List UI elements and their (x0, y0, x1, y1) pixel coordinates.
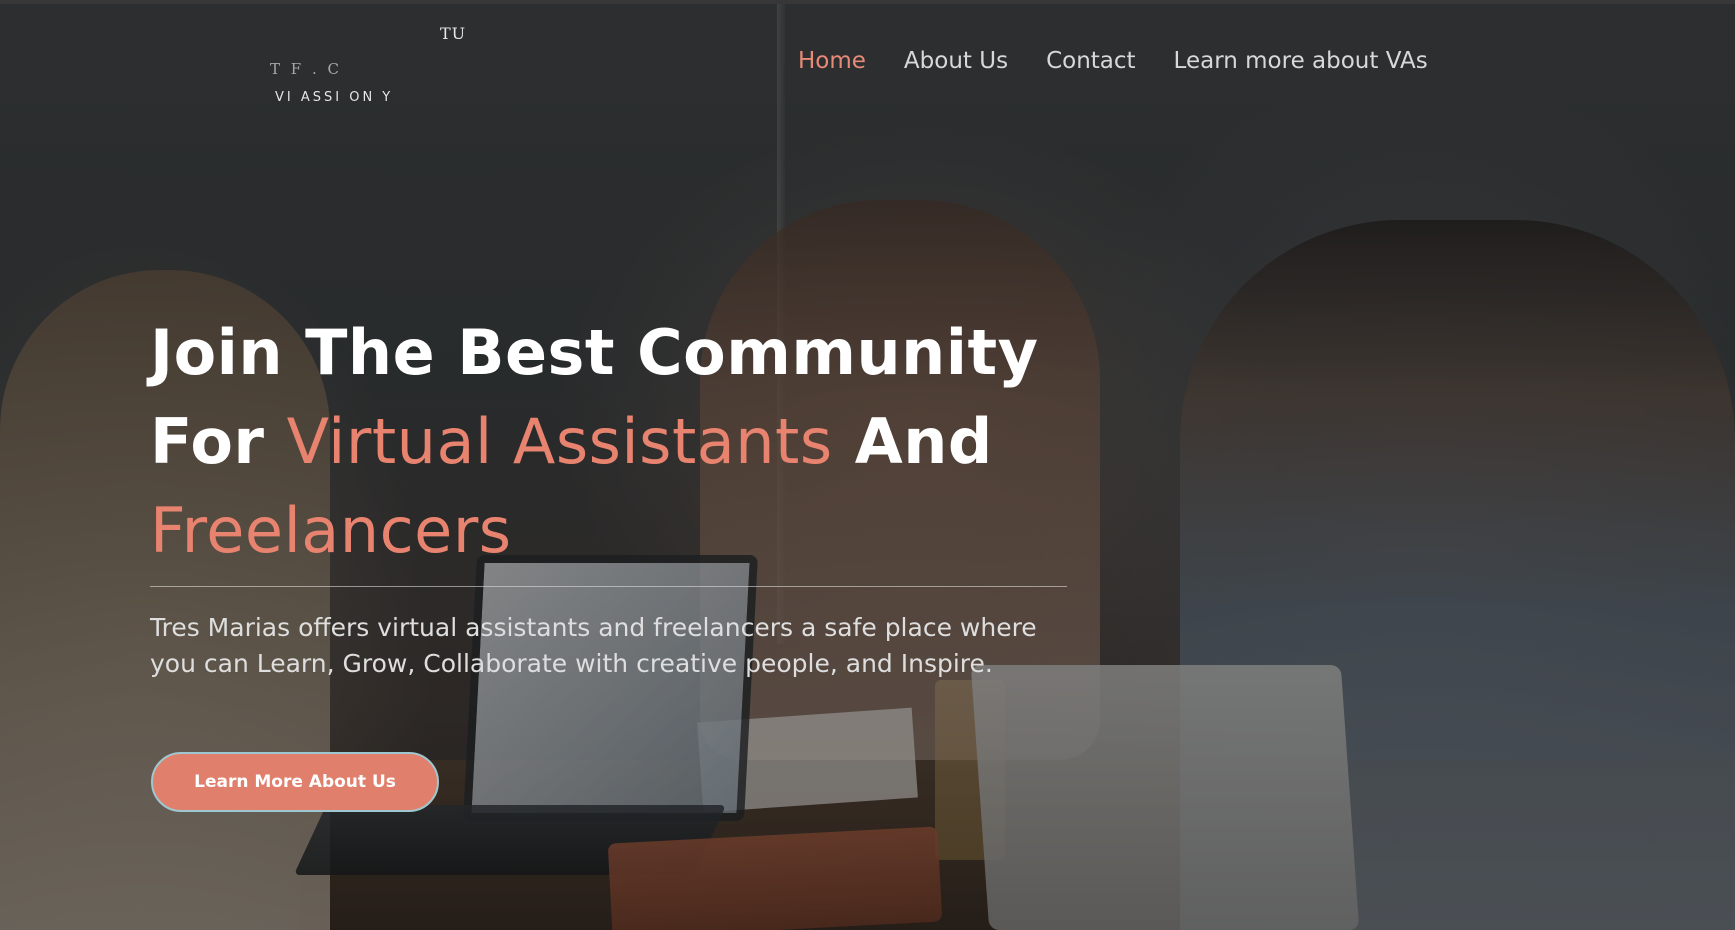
hero-description: Tres Marias offers virtual assistants an… (150, 613, 1037, 678)
learn-more-about-us-button[interactable]: Learn More About Us (151, 752, 439, 812)
logo-subtitle: VI ASSI ON Y (275, 90, 394, 105)
hero-headline: Join The Best Community For Virtual Assi… (150, 308, 1080, 575)
site-logo[interactable]: TU T F . C VI ASSI ON Y (190, 20, 570, 110)
nav-item-home[interactable]: Home (798, 48, 866, 74)
headline-divider (150, 586, 1067, 587)
logo-mark: TU (440, 24, 467, 43)
nav-item-about-us[interactable]: About Us (904, 48, 1008, 74)
hero-section: TU T F . C VI ASSI ON Y Home About Us Co… (0, 0, 1735, 930)
logo-title: T F . C (270, 60, 342, 78)
main-nav: Home About Us Contact Learn more about V… (798, 48, 1428, 74)
nav-item-learn-more-vas[interactable]: Learn more about VAs (1174, 48, 1428, 74)
headline-accent-freelancers: Freelancers (150, 494, 512, 567)
headline-text-and: And (832, 405, 993, 478)
nav-item-contact[interactable]: Contact (1046, 48, 1135, 74)
headline-accent-virtual-assistants: Virtual Assistants (286, 405, 833, 478)
